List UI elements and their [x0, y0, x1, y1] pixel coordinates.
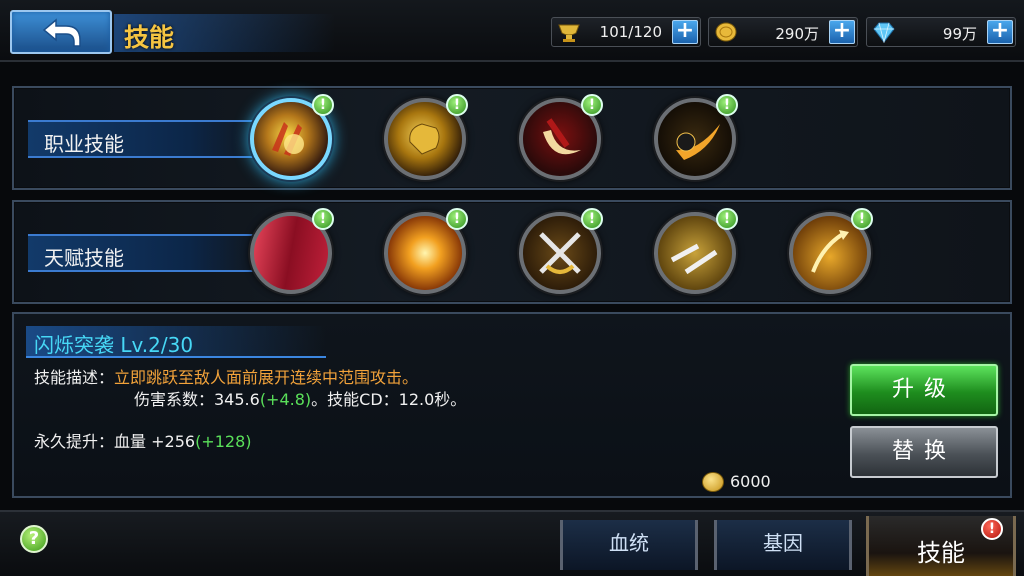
skill-damage-line: 伤害系数：345.6(+4.8)。技能CD：12.0秒。 — [134, 386, 466, 410]
skill-alert-badge: ! — [581, 208, 603, 230]
add-gold-button[interactable]: + — [829, 20, 855, 44]
class-skill-row: 职业技能 ! ! ! ! — [12, 86, 1012, 190]
replace-button[interactable]: 替换 — [850, 426, 998, 478]
damage-bonus: (+4.8) — [259, 390, 312, 409]
gold-coin-icon — [715, 22, 737, 42]
tab-alert-badge: ! — [981, 518, 1003, 540]
talent-skill-label-bar: 天赋技能 — [28, 234, 258, 272]
skill-desc-line: 技能描述：立即跳跃至敌人面前展开连续中范围攻击。 — [34, 364, 418, 388]
diamond-counter: 99万 + — [866, 17, 1016, 47]
skill-alert-badge: ! — [312, 208, 334, 230]
golden-punch-skill-icon[interactable]: ! — [384, 94, 468, 180]
talent-skill-row: 天赋技能 ! ! ! ! ! — [12, 200, 1012, 304]
diamond-icon — [873, 22, 895, 43]
add-diamond-button[interactable]: + — [987, 20, 1013, 44]
skill-alert-badge: ! — [716, 94, 738, 116]
skill-desc-text: 立即跳跃至敌人面前展开连续中范围攻击。 — [114, 368, 419, 387]
damage-value: 伤害系数：345.6 — [134, 390, 260, 409]
talent-skill-label: 天赋技能 — [44, 246, 124, 270]
tab-skill[interactable]: 技能 ! — [866, 516, 1016, 576]
skill-alert-badge: ! — [716, 208, 738, 230]
stamina-value: 101/120 — [599, 23, 662, 41]
twin-daggers-skill-icon[interactable]: ! — [654, 208, 738, 294]
rising-arrows-skill-icon[interactable]: ! — [789, 208, 873, 294]
gold-counter: 290万 + — [708, 17, 858, 47]
page-title: 技能 — [124, 23, 175, 52]
help-button[interactable]: ? — [20, 525, 48, 553]
fire-comet-skill-icon[interactable]: ! — [654, 94, 738, 180]
skill-alert-badge: ! — [851, 208, 873, 230]
stamina-counter: 101/120 + — [551, 17, 701, 47]
permanent-boost-bonus: (+128) — [195, 432, 252, 451]
diamond-value: 99万 — [942, 25, 977, 43]
back-button[interactable] — [10, 10, 112, 54]
class-skill-label-bar: 职业技能 — [28, 120, 258, 158]
skill-name-level: 闪烁突袭 Lv.2/30 — [34, 333, 194, 357]
upgrade-button[interactable]: 升级 — [850, 364, 998, 416]
page-title-banner: 技能 — [114, 14, 374, 52]
skill-alert-badge: ! — [312, 94, 334, 116]
skill-detail-header: 闪烁突袭 Lv.2/30 — [26, 326, 326, 358]
skill-alert-badge: ! — [446, 208, 468, 230]
bottom-bar: ? 血统 基因 技能 ! — [0, 510, 1024, 576]
back-arrow-icon — [42, 18, 81, 47]
crossed-swords-skill-icon[interactable]: ! — [519, 208, 603, 294]
top-bar: 技能 101/120 + 290万 + 99万 + — [0, 0, 1024, 62]
cooldown-text: 。技能CD：12.0秒。 — [311, 390, 467, 409]
burst-star-skill-icon[interactable]: ! — [384, 208, 468, 294]
upgrade-cost-value: 6000 — [730, 472, 771, 491]
add-stamina-button[interactable]: + — [672, 20, 698, 44]
tab-skill-label: 技能 — [917, 539, 965, 567]
skill-alert-badge: ! — [581, 94, 603, 116]
tab-bloodline[interactable]: 血统 — [560, 520, 698, 570]
skill-alert-badge: ! — [446, 94, 468, 116]
trophy-icon — [558, 24, 580, 42]
gold-coin-icon — [702, 472, 724, 492]
crescent-blade-skill-icon[interactable]: ! — [519, 94, 603, 180]
gold-value: 290万 — [775, 25, 819, 43]
claw-slash-skill-icon[interactable]: ! — [250, 94, 334, 180]
permanent-boost-line: 永久提升：血量 +256(+128) — [34, 428, 252, 452]
permanent-boost-label: 永久提升： — [34, 432, 115, 451]
skill-desc-label: 技能描述： — [34, 368, 115, 387]
red-curtain-skill-icon[interactable]: ! — [250, 208, 334, 294]
tab-gene[interactable]: 基因 — [714, 520, 852, 570]
permanent-boost-value: 血量 +256 — [114, 432, 196, 451]
class-skill-label: 职业技能 — [44, 132, 124, 156]
skill-detail-panel: 闪烁突袭 Lv.2/30 技能描述：立即跳跃至敌人面前展开连续中范围攻击。 伤害… — [12, 312, 1012, 498]
